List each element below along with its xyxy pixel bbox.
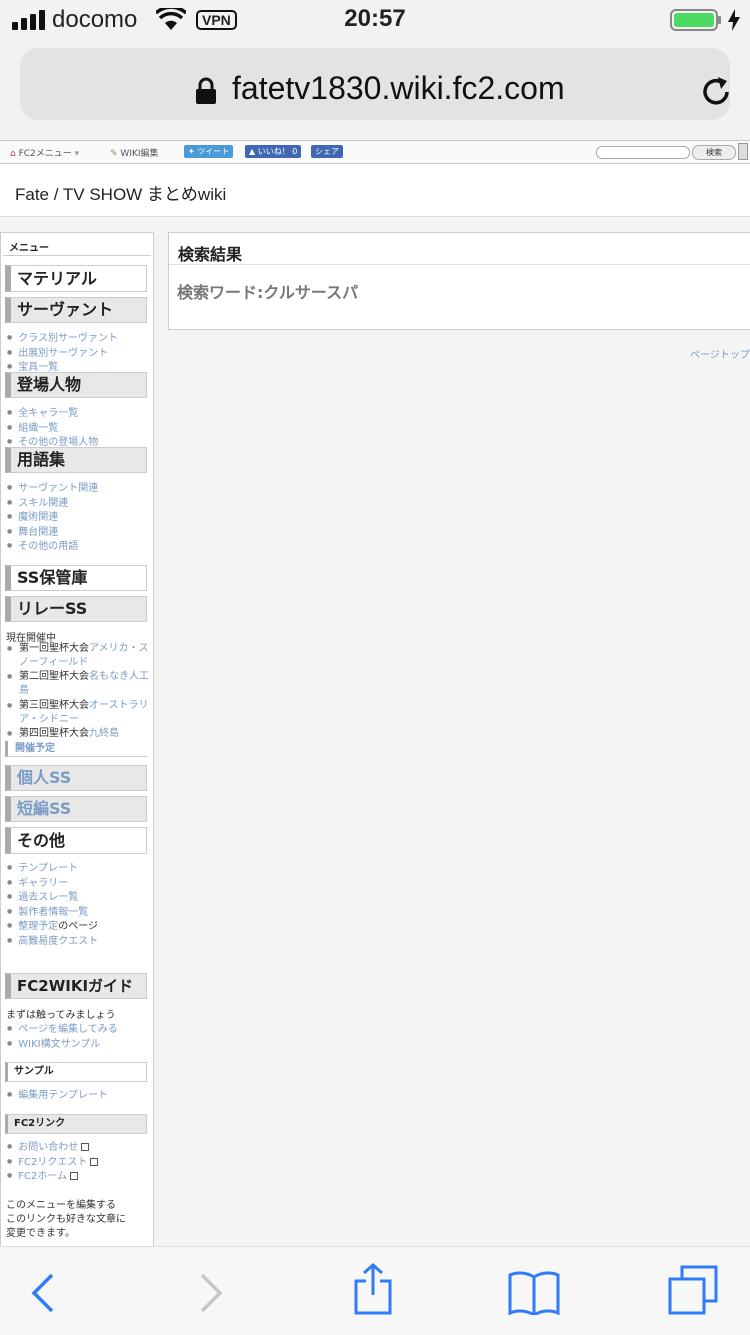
link-past-threads[interactable]: 過去スレ一覧 [7, 888, 78, 903]
tweet-button[interactable]: ✦ ツイート [184, 145, 234, 158]
sidebar-menu: メニュー マテリアル サーヴァント クラス別サーヴァント 出展別サーヴァント 宝… [0, 232, 154, 1246]
relay-entry-4: ● 第四回聖杯大会九終島 [7, 728, 119, 739]
tabs-icon[interactable] [668, 1265, 720, 1317]
browser-toolbar [0, 1246, 750, 1335]
browser-url-bar: fatetv1830.wiki.fc2.com [0, 40, 750, 140]
reload-icon[interactable] [700, 75, 734, 109]
link-wiki-syntax[interactable]: WIKI構文サンプル [7, 1035, 100, 1050]
fc2-search-input[interactable] [596, 146, 690, 159]
external-link-icon [70, 1172, 79, 1180]
link-creators[interactable]: 製作者情報一覧 [7, 903, 88, 918]
link-templates[interactable]: テンプレート [7, 859, 78, 874]
link-fc2-home[interactable]: FC2ホーム [7, 1167, 79, 1182]
divider [169, 264, 750, 265]
fc2-toolbar-toggle[interactable] [738, 143, 748, 160]
search-results-box: 検索結果 検索ワード:クルサースパ [168, 232, 750, 330]
section-fc2-links: FC2リンク [5, 1114, 147, 1134]
bookmarks-icon[interactable] [508, 1271, 560, 1315]
fc2-search-button[interactable]: 検索 [692, 145, 736, 160]
section-fc2wiki-guide: FC2WIKIガイド [5, 973, 147, 999]
link-try-edit[interactable]: ページを編集してみる [7, 1020, 118, 1035]
link-stage-terms[interactable]: 舞台関連 [7, 523, 58, 538]
share-icon[interactable] [352, 1263, 394, 1315]
home-icon: ⌂ [10, 149, 16, 159]
link-all-characters[interactable]: 全キャラ一覧 [7, 404, 78, 419]
menu-footer-2: このリンクも好きな文章に [6, 1214, 126, 1225]
link-skill-terms[interactable]: スキル関連 [7, 494, 68, 509]
thumbs-up-icon: ▲ [249, 147, 256, 156]
section-material[interactable]: マテリアル [5, 265, 147, 292]
relay-entry-1: ● 第一回聖杯大会アメリカ・スノーフィールド [7, 643, 149, 668]
section-glossary: 用語集 [5, 447, 147, 473]
web-page: ⌂ FC2メニュー ▾ ✎ WIKI編集 ✦ ツイート ▲ いいね！ 0 シェア… [0, 140, 750, 1246]
external-link-icon [81, 1143, 90, 1151]
menu-footer-3: 変更できます。 [6, 1228, 75, 1239]
link-magecraft-terms[interactable]: 魔術関連 [7, 508, 58, 523]
fc2-toolbar: ⌂ FC2メニュー ▾ ✎ WIKI編集 ✦ ツイート ▲ いいね！ 0 シェア… [0, 140, 750, 164]
section-short-ss[interactable]: 短編SS [5, 796, 147, 822]
like-button[interactable]: ▲ いいね！ 0 [245, 145, 302, 158]
link-source-servant[interactable]: 出展別サーヴァント [7, 344, 108, 359]
lock-icon [196, 77, 216, 104]
external-link-icon [90, 1158, 99, 1166]
page-top-link[interactable]: ページトップ [690, 346, 750, 361]
link-edit-template[interactable]: 編集用テンプレート [7, 1086, 108, 1101]
section-servant: サーヴァント [5, 297, 147, 323]
result-title: 検索結果 [178, 245, 243, 264]
menu-footer-1: このメニューを編集する [6, 1200, 116, 1211]
menu-title: メニュー [9, 243, 49, 254]
link-other-terms[interactable]: その他の用語 [7, 537, 78, 552]
forward-icon[interactable] [198, 1273, 224, 1313]
link-gallery[interactable]: ギャラリー [7, 874, 68, 889]
fc2-menu[interactable]: ⌂ FC2メニュー ▾ [10, 146, 79, 159]
address-field[interactable]: fatetv1830.wiki.fc2.com [20, 48, 730, 120]
link-class-servant[interactable]: クラス別サーヴァント [7, 329, 118, 344]
site-header: Fate / TV SHOW まとめwiki [0, 164, 750, 217]
section-ss-archive[interactable]: SS保管庫 [5, 565, 147, 591]
link-organizations[interactable]: 組織一覧 [7, 419, 58, 434]
section-other: その他 [5, 827, 147, 854]
link-todo-pages[interactable]: 整理予定のページ [7, 917, 98, 932]
relay-planned[interactable]: 開催予定 [5, 741, 147, 757]
search-word: 検索ワード:クルサースパ [177, 283, 359, 302]
divider [3, 255, 151, 256]
charging-icon [728, 9, 740, 31]
link-noble-phantasm-list[interactable]: 宝具一覧 [7, 358, 58, 373]
edit-icon: ✎ [110, 149, 118, 159]
wiki-edit-link[interactable]: ✎ WIKI編集 [110, 146, 159, 159]
battery-icon [670, 9, 721, 31]
relay-entry-2: ● 第二回聖杯大会名もなき人工島 [7, 671, 149, 696]
share-button[interactable]: シェア [311, 145, 343, 158]
section-characters: 登場人物 [5, 372, 147, 398]
site-title[interactable]: Fate / TV SHOW まとめwiki [15, 180, 226, 205]
url-text[interactable]: fatetv1830.wiki.fc2.com [232, 70, 565, 107]
status-bar: docomo VPN 20:57 [0, 0, 750, 40]
section-relay-ss: リレーSS [5, 596, 147, 622]
section-personal-ss[interactable]: 個人SS [5, 765, 147, 791]
section-sample: サンプル [5, 1062, 147, 1082]
guide-intro: まずは触ってみましょう [6, 1010, 116, 1021]
back-icon[interactable] [30, 1273, 56, 1313]
link-servant-terms[interactable]: サーヴァント関連 [7, 479, 98, 494]
link-fc2-request[interactable]: FC2リクエスト [7, 1153, 99, 1168]
status-time: 20:57 [344, 5, 406, 32]
link-contact[interactable]: お問い合わせ [7, 1138, 90, 1153]
relay-entry-3: ● 第三回聖杯大会オーストラリア・シドニー [7, 700, 149, 725]
link-other-characters[interactable]: その他の登場人物 [7, 433, 98, 448]
relay-link-4[interactable]: 九終島 [89, 728, 119, 739]
bird-icon: ✦ [188, 147, 195, 156]
link-hard-quests[interactable]: 高難易度クエスト [7, 932, 98, 947]
